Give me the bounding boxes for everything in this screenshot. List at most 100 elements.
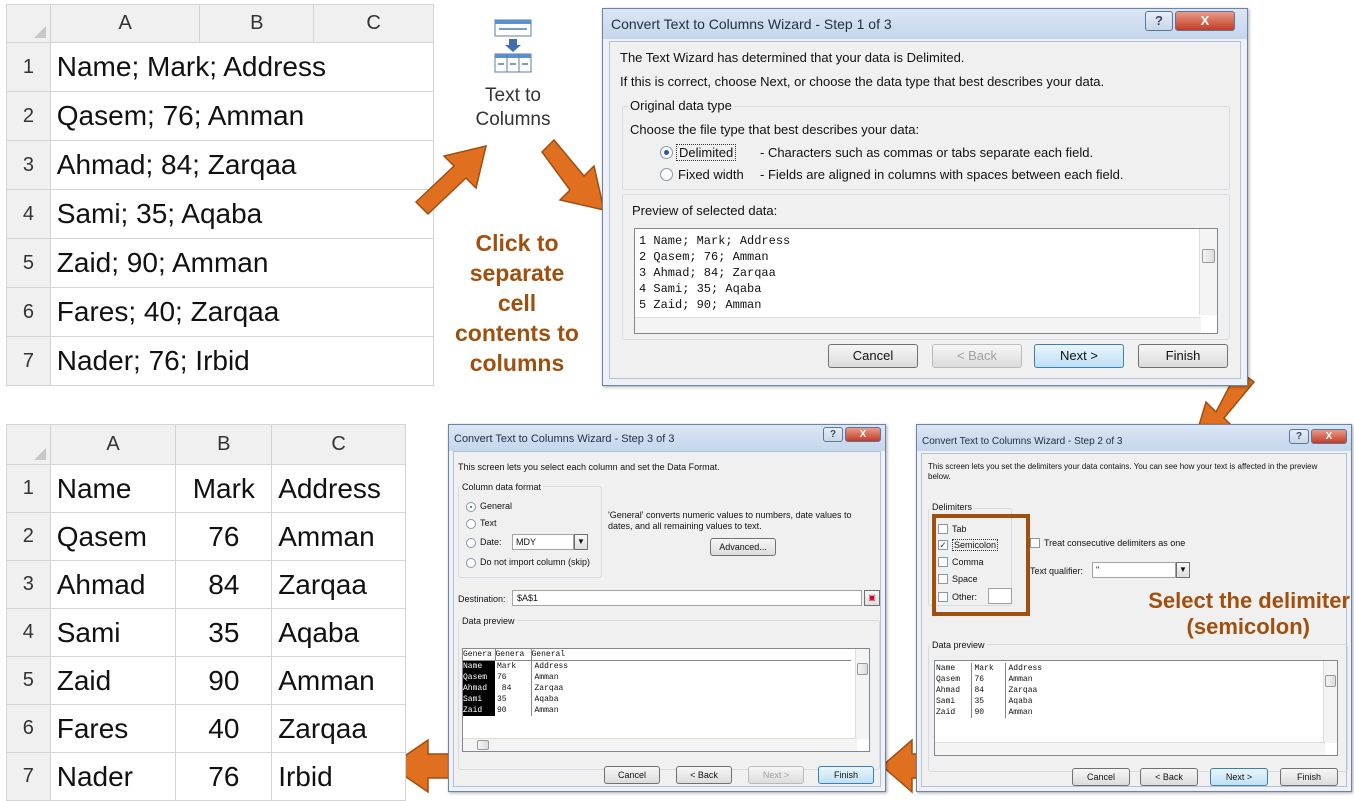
- close-button[interactable]: X: [845, 427, 881, 442]
- comma-checkbox[interactable]: [938, 557, 948, 567]
- delimited-label[interactable]: Delimited: [676, 144, 737, 161]
- date-radio[interactable]: [466, 538, 476, 548]
- comma-label[interactable]: Comma: [952, 557, 984, 567]
- semicolon-label[interactable]: Semicolon: [952, 539, 999, 551]
- cell-a4[interactable]: Sami; 35; Aqaba: [49, 189, 435, 239]
- text-to-columns-button[interactable]: Text to Columns: [462, 14, 564, 146]
- cell-b[interactable]: 76: [175, 752, 273, 801]
- date-format-select[interactable]: MDY: [512, 534, 574, 550]
- cell-b[interactable]: Mark: [175, 464, 273, 513]
- help-button[interactable]: ?: [823, 427, 843, 442]
- cell-a6[interactable]: Fares; 40; Zarqaa: [49, 287, 435, 337]
- row-header[interactable]: 7: [6, 336, 51, 386]
- cell-a2[interactable]: Qasem; 76; Amman: [49, 91, 435, 141]
- step2-preview-box[interactable]: Name Mark Address Qasem 76 Amman Ahmad 84 Zarq…: [934, 660, 1338, 756]
- back-button[interactable]: < Back: [932, 344, 1022, 368]
- cell-b[interactable]: 90: [175, 656, 273, 705]
- cancel-button[interactable]: Cancel: [1072, 768, 1130, 786]
- row-header[interactable]: 3: [6, 140, 51, 190]
- cell-c[interactable]: Zarqaa: [271, 560, 406, 609]
- text-qualifier-select[interactable]: ": [1092, 562, 1176, 578]
- other-checkbox[interactable]: [938, 592, 948, 602]
- other-delimiter-input[interactable]: [988, 588, 1012, 604]
- row-header[interactable]: 2: [6, 91, 51, 141]
- cell-c[interactable]: Amman: [271, 512, 406, 561]
- cell-b[interactable]: 35: [175, 608, 273, 657]
- fixed-width-radio[interactable]: [660, 168, 673, 181]
- column-header-c[interactable]: C: [313, 4, 434, 43]
- skip-radio[interactable]: [466, 558, 476, 568]
- vertical-scrollbar[interactable]: [855, 649, 869, 739]
- vertical-scrollbar[interactable]: [1199, 229, 1217, 315]
- row-header[interactable]: 3: [6, 560, 51, 609]
- row-header[interactable]: 7: [6, 752, 51, 801]
- finish-button[interactable]: Finish: [1138, 344, 1228, 368]
- space-label[interactable]: Space: [952, 574, 978, 584]
- cell-a[interactable]: Qasem: [49, 512, 177, 561]
- treat-consecutive-label[interactable]: Treat consecutive delimiters as one: [1044, 538, 1185, 548]
- column-header-b[interactable]: B: [199, 4, 315, 43]
- step3-preview-box[interactable]: Genera Genera General Name Mark Address Qa…: [462, 648, 870, 752]
- next-button[interactable]: Next >: [1210, 768, 1268, 786]
- row-header[interactable]: 2: [6, 512, 51, 561]
- next-button[interactable]: Next >: [1034, 344, 1124, 368]
- general-radio[interactable]: [466, 502, 476, 512]
- column-header-c[interactable]: C: [271, 424, 406, 465]
- help-button[interactable]: ?: [1145, 11, 1173, 31]
- horizontal-scrollbar[interactable]: [635, 317, 1201, 333]
- cell-b[interactable]: 84: [175, 560, 273, 609]
- back-button[interactable]: < Back: [676, 766, 732, 784]
- cell-a[interactable]: Ahmad: [49, 560, 177, 609]
- row-header[interactable]: 1: [6, 42, 51, 92]
- row-header[interactable]: 6: [6, 287, 51, 337]
- cell-a5[interactable]: Zaid; 90; Amman: [49, 238, 435, 288]
- preview-header[interactable]: General: [531, 649, 851, 661]
- select-all-corner[interactable]: [6, 424, 51, 465]
- semicolon-checkbox[interactable]: ✓: [938, 540, 948, 550]
- column-header-a[interactable]: A: [49, 4, 201, 43]
- chevron-down-icon[interactable]: ▼: [1176, 562, 1190, 578]
- cancel-button[interactable]: Cancel: [604, 766, 660, 784]
- other-label[interactable]: Other:: [952, 592, 977, 602]
- select-all-corner[interactable]: [6, 4, 51, 43]
- row-header[interactable]: 5: [6, 656, 51, 705]
- tab-label[interactable]: Tab: [952, 524, 967, 534]
- preview-header[interactable]: Genera: [463, 649, 496, 661]
- cell-a[interactable]: Fares: [49, 704, 177, 753]
- vertical-scrollbar[interactable]: [1323, 661, 1337, 743]
- cell-b[interactable]: 76: [175, 512, 273, 561]
- space-checkbox[interactable]: [938, 574, 948, 584]
- range-picker-icon[interactable]: ▣: [864, 590, 880, 606]
- text-label[interactable]: Text: [480, 518, 497, 528]
- row-header[interactable]: 4: [6, 189, 51, 239]
- horizontal-scrollbar[interactable]: [935, 742, 1325, 755]
- text-radio[interactable]: [466, 519, 476, 529]
- column-header-b[interactable]: B: [175, 424, 273, 465]
- finish-button[interactable]: Finish: [1280, 768, 1338, 786]
- cell-a[interactable]: Sami: [49, 608, 177, 657]
- cell-a[interactable]: Zaid: [49, 656, 177, 705]
- horizontal-scrollbar[interactable]: [463, 738, 857, 751]
- delimited-radio[interactable]: [660, 146, 673, 159]
- cancel-button[interactable]: Cancel: [828, 344, 918, 368]
- cell-b[interactable]: 40: [175, 704, 273, 753]
- cell-a3[interactable]: Ahmad; 84; Zarqaa: [49, 140, 435, 190]
- cell-a[interactable]: Nader: [49, 752, 177, 801]
- row-header[interactable]: 5: [6, 238, 51, 288]
- advanced-button[interactable]: Advanced...: [710, 538, 776, 556]
- finish-button[interactable]: Finish: [818, 766, 874, 784]
- row-header[interactable]: 4: [6, 608, 51, 657]
- column-header-a[interactable]: A: [49, 424, 177, 465]
- cell-a7[interactable]: Nader; 76; Irbid: [49, 336, 435, 386]
- cell-c[interactable]: Irbid: [271, 752, 406, 801]
- cell-c[interactable]: Aqaba: [271, 608, 406, 657]
- close-button[interactable]: X: [1175, 11, 1235, 31]
- next-button[interactable]: Next >: [748, 766, 804, 784]
- row-header[interactable]: 1: [6, 464, 51, 513]
- back-button[interactable]: < Back: [1140, 768, 1198, 786]
- help-button[interactable]: ?: [1289, 429, 1309, 444]
- date-label[interactable]: Date:: [480, 537, 502, 547]
- cell-a1[interactable]: Name; Mark; Address: [49, 42, 435, 92]
- cell-c[interactable]: Amman: [271, 656, 406, 705]
- cell-c[interactable]: Address: [271, 464, 406, 513]
